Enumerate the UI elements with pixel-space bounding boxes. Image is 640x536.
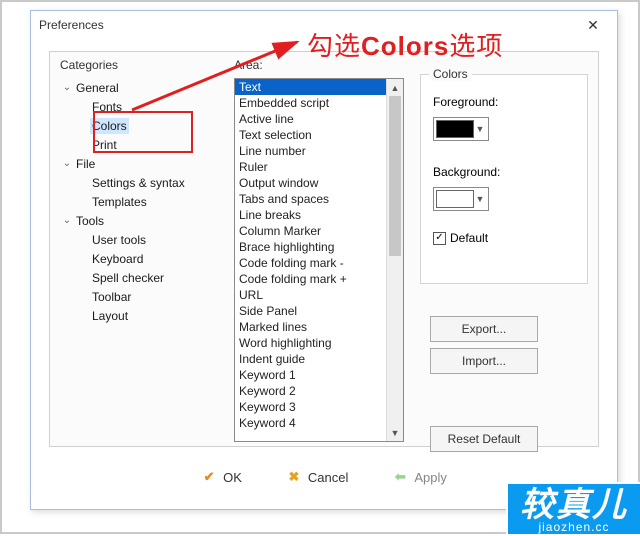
area-item[interactable]: URL — [235, 287, 386, 303]
tree-settings-syntax[interactable]: Settings & syntax — [60, 173, 228, 192]
tree-file[interactable]: ⌄File — [60, 154, 228, 173]
area-item[interactable]: Line breaks — [235, 207, 386, 223]
area-item[interactable]: Ruler — [235, 159, 386, 175]
watermark-logo: 较真儿 jiaozhen.cc — [506, 482, 640, 536]
area-item[interactable]: Line number — [235, 143, 386, 159]
apply-button[interactable]: ⬅Apply — [380, 464, 459, 490]
tree-keyboard[interactable]: Keyboard — [60, 249, 228, 268]
tree-print[interactable]: Print — [60, 135, 228, 154]
background-swatch[interactable]: ▼ — [433, 187, 489, 211]
area-item[interactable]: Tabs and spaces — [235, 191, 386, 207]
titlebar: Preferences ✕ — [31, 11, 617, 39]
default-checkbox[interactable]: ✓ — [433, 232, 446, 245]
area-item[interactable]: Side Panel — [235, 303, 386, 319]
area-item[interactable]: Marked lines — [235, 319, 386, 335]
scroll-thumb[interactable] — [389, 96, 401, 256]
chevron-down-icon: ⌄ — [60, 82, 74, 93]
default-label: Default — [450, 231, 488, 245]
area-item[interactable]: Keyword 4 — [235, 415, 386, 431]
area-item[interactable]: Brace highlighting — [235, 239, 386, 255]
tree-tools[interactable]: ⌄Tools — [60, 211, 228, 230]
chevron-down-icon: ⌄ — [60, 215, 74, 226]
tree-general[interactable]: ⌄General — [60, 78, 228, 97]
categories-label: Categories — [60, 58, 118, 72]
default-checkbox-row[interactable]: ✓ Default — [433, 231, 488, 245]
tree-spell-checker[interactable]: Spell checker — [60, 268, 228, 287]
area-item[interactable]: Output window — [235, 175, 386, 191]
foreground-color-well — [436, 120, 474, 138]
cancel-button[interactable]: ✖Cancel — [274, 464, 360, 490]
watermark-text: 较真儿 — [520, 488, 628, 522]
area-item[interactable]: Indent guide — [235, 351, 386, 367]
import-button[interactable]: Import... — [430, 348, 538, 374]
chevron-down-icon: ⌄ — [60, 158, 74, 169]
area-item[interactable]: Embedded script — [235, 95, 386, 111]
foreground-label: Foreground: — [433, 95, 498, 109]
area-item[interactable]: Text selection — [235, 127, 386, 143]
chevron-down-icon: ▼ — [474, 194, 486, 204]
area-item[interactable]: Active line — [235, 111, 386, 127]
area-label: Area: — [234, 58, 263, 72]
window-title: Preferences — [39, 18, 104, 32]
checkmark-icon: ✓ — [435, 233, 443, 243]
preferences-dialog: Preferences ✕ Categories Area: ⌄General … — [30, 10, 618, 510]
page-root: Preferences ✕ Categories Area: ⌄General … — [0, 0, 640, 534]
reset-default-button[interactable]: Reset Default — [430, 426, 538, 452]
chevron-down-icon: ▼ — [474, 124, 486, 134]
export-button[interactable]: Export... — [430, 316, 538, 342]
scroll-up-icon[interactable]: ▲ — [387, 79, 403, 96]
apply-icon: ⬅ — [392, 469, 408, 485]
content-area: Categories Area: ⌄General Fonts Colors P… — [49, 51, 599, 447]
cancel-icon: ✖ — [286, 469, 302, 485]
checkmark-icon: ✔ — [201, 469, 217, 485]
close-button[interactable]: ✕ — [577, 14, 609, 36]
tree-templates[interactable]: Templates — [60, 192, 228, 211]
area-item[interactable]: Keyword 3 — [235, 399, 386, 415]
tree-fonts[interactable]: Fonts — [60, 97, 228, 116]
colors-group-title: Colors — [429, 67, 472, 81]
foreground-swatch[interactable]: ▼ — [433, 117, 489, 141]
area-item[interactable]: Keyword 1 — [235, 367, 386, 383]
area-list-items: TextEmbedded scriptActive lineText selec… — [235, 79, 386, 441]
area-item[interactable]: Column Marker — [235, 223, 386, 239]
ok-button[interactable]: ✔OK — [189, 464, 254, 490]
tree-colors[interactable]: Colors — [60, 116, 228, 135]
background-label: Background: — [433, 165, 500, 179]
area-listbox[interactable]: TextEmbedded scriptActive lineText selec… — [234, 78, 404, 442]
close-icon: ✕ — [587, 17, 599, 34]
scroll-down-icon[interactable]: ▼ — [387, 424, 403, 441]
colors-group: Colors Foreground: ▼ Background: ▼ ✓ Def… — [420, 74, 588, 284]
area-item[interactable]: Text — [235, 79, 386, 95]
categories-tree: ⌄General Fonts Colors Print ⌄File Settin… — [60, 78, 228, 436]
tree-layout[interactable]: Layout — [60, 306, 228, 325]
area-item[interactable]: Code folding mark - — [235, 255, 386, 271]
background-color-well — [436, 190, 474, 208]
scrollbar[interactable]: ▲ ▼ — [386, 79, 403, 441]
tree-user-tools[interactable]: User tools — [60, 230, 228, 249]
area-item[interactable]: Code folding mark + — [235, 271, 386, 287]
tree-toolbar[interactable]: Toolbar — [60, 287, 228, 306]
area-item[interactable]: Keyword 2 — [235, 383, 386, 399]
area-item[interactable]: Word highlighting — [235, 335, 386, 351]
